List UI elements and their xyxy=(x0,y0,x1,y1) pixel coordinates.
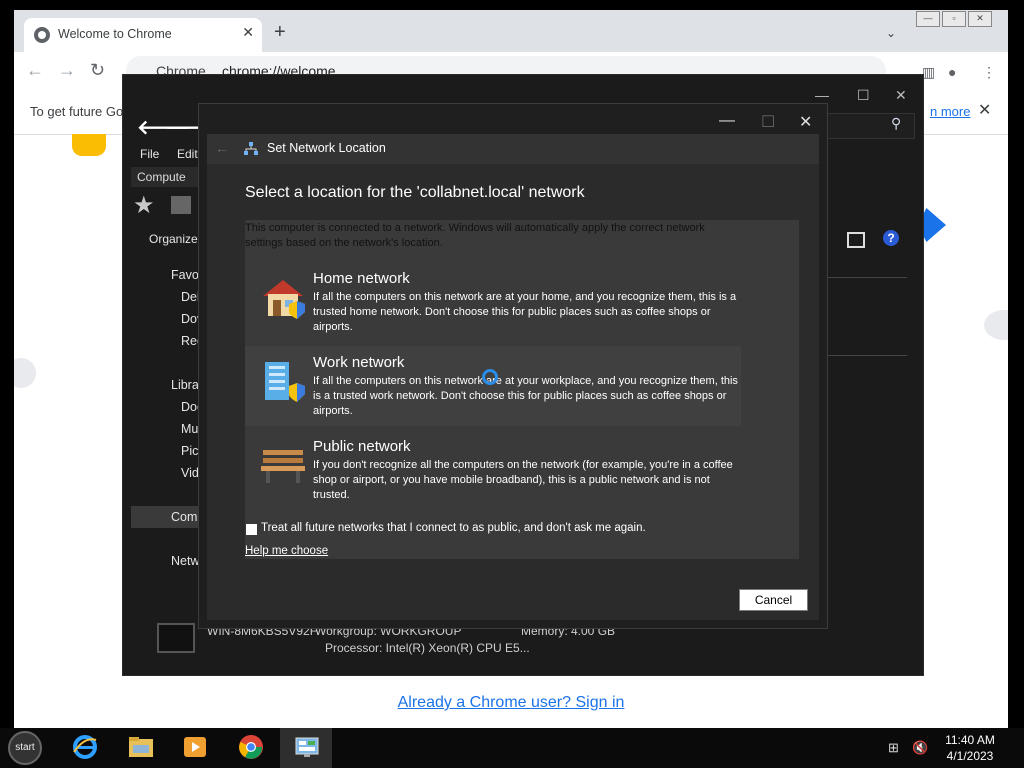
back-arrow-icon[interactable]: ← xyxy=(26,60,44,81)
nav-item-computer[interactable]: Com xyxy=(171,510,197,524)
sign-in-link[interactable]: Already a Chrome user? Sign in xyxy=(14,694,1008,712)
tab-search-chevron-icon[interactable]: ⌄ xyxy=(886,26,896,40)
work-network-label: Work network xyxy=(313,354,405,371)
clock[interactable]: 11:40 AM 4/1/2023 xyxy=(930,732,1010,764)
work-network-description: If all the computers on this network are… xyxy=(313,375,738,417)
public-network-description: If you don't recognize all the computers… xyxy=(313,459,733,501)
dialog-header: ← Set Network Location xyxy=(207,134,819,164)
taskbar-internet-explorer[interactable] xyxy=(58,728,110,768)
park-bench-icon xyxy=(261,450,305,483)
help-icon[interactable]: ? xyxy=(883,230,899,246)
public-network-option[interactable]: Public network If you don't recognize al… xyxy=(245,430,741,510)
decorative-yellow-shape xyxy=(72,134,106,156)
folder-icon xyxy=(129,737,153,757)
dialog-heading: Select a location for the 'collabnet.loc… xyxy=(245,184,585,201)
nav-item-pictures[interactable]: Pic xyxy=(181,444,198,458)
nav-item-music[interactable]: Mu xyxy=(181,422,198,436)
treat-as-public-label[interactable]: Treat all future networks that I connect… xyxy=(261,522,646,534)
explorer-minimize-button[interactable]: — xyxy=(815,87,829,103)
menu-file[interactable]: File xyxy=(140,147,159,161)
volume-muted-icon[interactable]: 🔇 xyxy=(912,740,928,756)
nav-item-desktop[interactable]: Del xyxy=(181,290,200,304)
nav-item-libraries[interactable]: Libra xyxy=(171,378,199,392)
public-network-label: Public network xyxy=(313,438,411,455)
dialog-close-button[interactable]: ✕ xyxy=(799,112,812,132)
dialog-maximize-button: ☐ xyxy=(761,114,776,131)
work-network-option[interactable]: Work network If all the computers on thi… xyxy=(245,346,741,426)
nav-item-network[interactable]: Netw xyxy=(171,554,199,568)
address-breadcrumb[interactable]: Compute xyxy=(131,167,207,187)
clock-time: 11:40 AM xyxy=(945,733,995,747)
network-icon xyxy=(244,142,258,155)
taskbar: start ⊞ 🔇 11:40 AM 4/1/2023 xyxy=(0,728,1024,768)
nav-item-videos[interactable]: Vid xyxy=(181,466,199,480)
window-controls: — ▫ ✕ xyxy=(916,11,992,27)
chrome-menu-icon[interactable]: ⋮ xyxy=(982,64,996,81)
busy-cursor-icon xyxy=(482,369,498,385)
divider xyxy=(827,355,907,356)
infobar-text: To get future Go xyxy=(30,104,124,119)
dialog-back-arrow-icon: ← xyxy=(215,140,229,156)
start-button[interactable]: start xyxy=(8,731,42,765)
tab-strip: Welcome to Chrome ✕ + ⌄ — ▫ ✕ xyxy=(14,10,1008,52)
organize-button[interactable]: Organize xyxy=(149,232,198,246)
home-network-option[interactable]: Home network If all the computers on thi… xyxy=(245,262,741,342)
decorative-grey-shape xyxy=(984,310,1008,340)
infobar-close-icon[interactable]: ✕ xyxy=(978,100,991,120)
chrome-icon xyxy=(239,735,263,759)
taskbar-chrome[interactable] xyxy=(224,728,276,768)
chrome-favicon-icon xyxy=(34,27,50,43)
infobar-learn-more-link[interactable]: n more xyxy=(930,104,970,119)
dialog-minimize-button[interactable]: — xyxy=(719,112,735,130)
decorative-grey-circle xyxy=(14,358,36,388)
network-tray-icon[interactable]: ⊞ xyxy=(888,740,899,756)
help-me-choose-link[interactable]: Help me choose xyxy=(245,545,328,557)
toolbar-button-icon[interactable] xyxy=(171,196,191,214)
home-network-description: If all the computers on this network are… xyxy=(313,291,737,333)
home-network-label: Home network xyxy=(313,270,410,287)
maximize-button[interactable]: ▫ xyxy=(942,11,966,27)
treat-as-public-checkbox[interactable] xyxy=(246,524,257,535)
media-player-icon xyxy=(184,737,206,757)
favorites-star-icon[interactable]: ★ xyxy=(133,191,155,220)
taskbar-file-explorer[interactable] xyxy=(114,728,166,768)
computer-icon xyxy=(157,623,195,653)
tab-close-icon[interactable]: ✕ xyxy=(242,24,254,41)
explorer-close-button[interactable]: ✕ xyxy=(895,87,907,104)
tab-title: Welcome to Chrome xyxy=(58,27,172,41)
close-button[interactable]: ✕ xyxy=(968,11,992,27)
office-building-icon xyxy=(265,362,305,402)
taskbar-network-settings[interactable] xyxy=(280,728,332,768)
tab-welcome[interactable]: Welcome to Chrome ✕ xyxy=(24,18,262,52)
internet-explorer-icon xyxy=(73,735,97,759)
clock-date: 4/1/2023 xyxy=(946,749,994,763)
house-icon xyxy=(263,280,305,319)
preview-pane-icon[interactable] xyxy=(847,232,865,248)
set-network-location-dialog: — ☐ ✕ ← Set Network Location Select a lo… xyxy=(198,103,828,629)
taskbar-media-player[interactable] xyxy=(168,728,220,768)
search-icon[interactable]: ⚲ xyxy=(891,115,901,132)
reload-icon[interactable]: ↻ xyxy=(90,60,105,81)
profile-avatar-icon[interactable]: ● xyxy=(948,64,956,80)
menu-edit[interactable]: Edit xyxy=(177,147,198,161)
new-tab-button[interactable]: + xyxy=(274,22,286,42)
forward-arrow-icon[interactable]: → xyxy=(58,60,76,81)
dialog-description: This computer is connected to a network.… xyxy=(245,222,705,249)
nav-item-favorites[interactable]: Favo xyxy=(171,268,199,282)
control-panel-icon xyxy=(295,737,319,757)
explorer-maximize-button[interactable]: ☐ xyxy=(857,87,870,104)
processor-info: Processor: Intel(R) Xeon(R) CPU E5... xyxy=(325,641,530,655)
minimize-button[interactable]: — xyxy=(916,11,940,27)
divider xyxy=(827,277,907,278)
cancel-button[interactable]: Cancel xyxy=(739,589,808,611)
dialog-title: Set Network Location xyxy=(267,141,386,155)
